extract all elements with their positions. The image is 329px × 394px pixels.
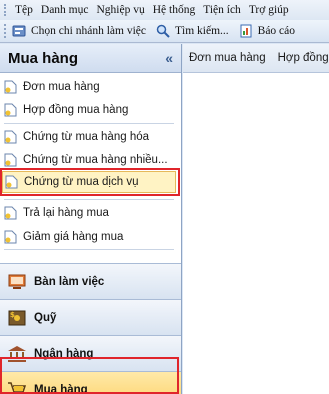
safe-icon: $ (8, 310, 26, 325)
sidebar-item-label: Trả lại hàng mua (23, 207, 109, 219)
sidebar-item-list: Đơn mua hàng Hợp đồng mua hàng Chứng từ … (0, 73, 181, 283)
sidebar-item-purchase-discount[interactable]: Giảm giá hàng mua (4, 227, 123, 247)
report-label: Báo cáo (257, 25, 296, 37)
content-area: Đơn mua hàng Hợp đồng (183, 44, 329, 394)
search-icon (156, 24, 170, 38)
sidebar-item-label: Chứng từ mua hàng nhiều... (23, 154, 168, 166)
highlight-box-service-voucher (0, 168, 180, 196)
document-icon (4, 153, 17, 167)
sidebar-item-purchase-return[interactable]: Trả lại hàng mua (4, 203, 109, 223)
sidebar-title: Mua hàng (8, 49, 78, 67)
highlight-box-purchasing-group (0, 357, 179, 394)
group-workspace[interactable]: Bàn làm việc (0, 263, 181, 299)
tab-purchase-order[interactable]: Đơn mua hàng (183, 52, 272, 64)
search-button[interactable]: Tìm kiếm... (156, 24, 229, 38)
sidebar-item-label: Chứng từ mua hàng hóa (23, 131, 150, 143)
sidebar-item-label: Hợp đồng mua hàng (23, 104, 129, 116)
sidebar-item-purchase-order[interactable]: Đơn mua hàng (4, 77, 100, 97)
list-divider (4, 199, 174, 200)
sidebar-item-goods-voucher[interactable]: Chứng từ mua hàng hóa (4, 127, 149, 147)
select-branch-button[interactable]: Chọn chi nhánh làm việc (12, 24, 146, 38)
svg-text:$: $ (10, 311, 15, 319)
menu-file[interactable]: Tệp (11, 4, 37, 16)
menu-help[interactable]: Trợ giúp (245, 4, 293, 16)
content-tabs: Đơn mua hàng Hợp đồng (183, 44, 329, 73)
menu-operations[interactable]: Nghiệp vụ (92, 4, 148, 16)
select-branch-label: Chọn chi nhánh làm việc (31, 25, 146, 37)
menu-bar: Tệp Danh mục Nghiệp vụ Hệ thống Tiện ích… (0, 0, 329, 20)
sidebar-item-multi-voucher[interactable]: Chứng từ mua hàng nhiều... (4, 150, 168, 170)
workspace-icon (8, 274, 26, 289)
navigation-sidebar: Mua hàng « Đơn mua hàng Hợp đồng mua hàn… (0, 44, 182, 394)
document-icon (4, 206, 17, 220)
collapse-sidebar-button[interactable]: « (165, 50, 173, 66)
report-icon (240, 24, 252, 38)
document-icon (4, 80, 17, 94)
group-cash[interactable]: $ Quỹ (0, 299, 181, 335)
toolbar-grip (4, 24, 8, 38)
sidebar-item-purchase-contract[interactable]: Hợp đồng mua hàng (4, 100, 128, 120)
sidebar-header: Mua hàng « (0, 44, 181, 73)
menu-catalog[interactable]: Danh mục (37, 4, 93, 16)
branch-icon (12, 25, 26, 37)
menu-system[interactable]: Hệ thống (149, 4, 199, 16)
list-divider (4, 123, 174, 124)
document-icon (4, 130, 17, 144)
sidebar-item-label: Giảm giá hàng mua (23, 231, 124, 243)
document-icon (4, 103, 17, 117)
group-label: Bàn làm việc (34, 275, 105, 288)
menu-utilities[interactable]: Tiện ích (199, 4, 245, 16)
toolbar: Chọn chi nhánh làm việc Tìm kiếm... Báo … (0, 20, 329, 43)
group-label: Quỹ (34, 311, 57, 324)
menu-grip (4, 4, 8, 16)
list-divider (4, 249, 174, 250)
search-label: Tìm kiếm... (174, 25, 229, 37)
report-button[interactable]: Báo cáo (239, 24, 295, 38)
tab-contract[interactable]: Hợp đồng (272, 52, 329, 64)
sidebar-item-label: Đơn mua hàng (23, 81, 100, 93)
document-icon (4, 230, 17, 244)
